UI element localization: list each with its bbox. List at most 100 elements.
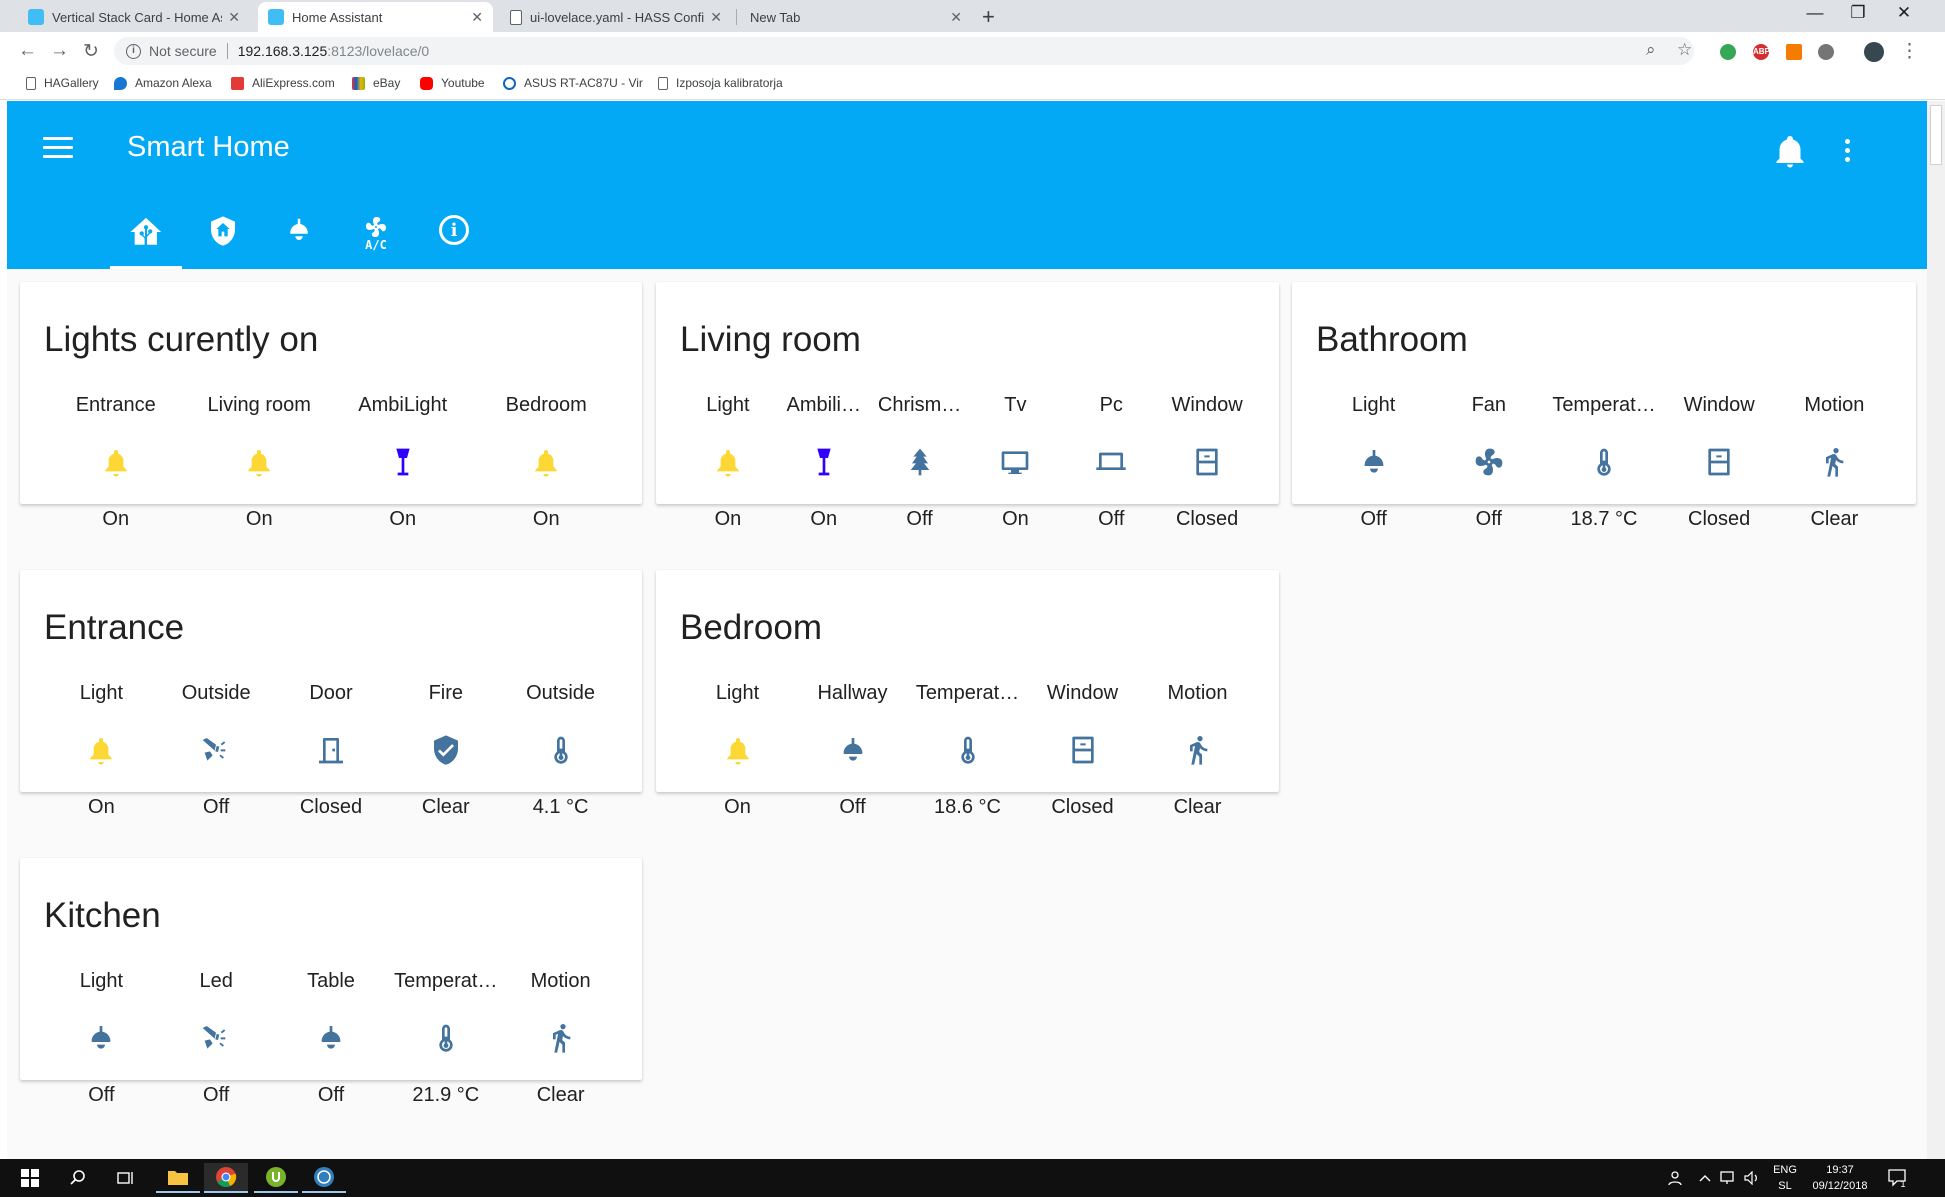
bookmark-izposoja[interactable]: Izposoja kalibratorja [658, 76, 783, 90]
view-tab-home[interactable] [110, 209, 182, 269]
tab-close-icon[interactable]: ✕ [471, 9, 483, 26]
clock-date[interactable]: 09/12/2018 [1800, 1180, 1880, 1192]
profile-avatar[interactable] [1864, 42, 1884, 62]
bookmark-amazon-alexa[interactable]: Amazon Alexa [114, 76, 212, 90]
window-close-button[interactable]: ✕ [1884, 3, 1924, 23]
download-extension-icon[interactable] [1786, 44, 1802, 60]
menu-icon[interactable] [43, 137, 73, 161]
app-cs-icon[interactable] [302, 1163, 346, 1193]
browser-tab-vertical-stack-card[interactable]: Vertical Stack Card - Home Assist ✕ [18, 2, 250, 32]
view-tab-lights[interactable] [263, 209, 335, 269]
window-icon [1667, 446, 1771, 478]
entity-name: Fan [1471, 394, 1507, 416]
url-host: 192.168.3.125 [237, 43, 328, 59]
view-tab-climate[interactable]: A/C [340, 209, 412, 269]
bookmark-youtube[interactable]: Youtube [420, 76, 485, 90]
walk-icon [1782, 446, 1886, 478]
view-tab-security[interactable] [187, 209, 259, 269]
entity-button[interactable]: Door Closed [279, 682, 383, 818]
info-glyph: i [450, 219, 458, 241]
entity-button[interactable]: Table Off [279, 970, 383, 1106]
site-info-icon[interactable]: i [126, 43, 141, 59]
entity-button[interactable]: Window Closed [1667, 394, 1771, 530]
start-button[interactable] [8, 1163, 52, 1193]
entity-button[interactable]: Temperat… 21.9 °C [394, 970, 498, 1106]
entity-button[interactable]: Fire Clear [394, 682, 498, 818]
tab-close-icon[interactable]: ✕ [950, 9, 962, 26]
show-hidden-icons-chevron-icon[interactable] [1693, 1163, 1717, 1193]
entity-button[interactable]: Outside Off [164, 682, 268, 818]
entity-button[interactable]: Window Closed [1031, 682, 1135, 818]
laptop-icon [1059, 446, 1163, 478]
thermometer-icon [916, 734, 1020, 766]
utorrent-icon[interactable] [254, 1163, 298, 1193]
entity-button[interactable]: Light Off [1322, 394, 1426, 530]
entity-button[interactable]: Temperat… 18.6 °C [916, 682, 1020, 818]
page-scrollbar[interactable] [1927, 101, 1945, 1159]
entity-state: Off [906, 508, 933, 530]
notifications-bell-icon[interactable] [1772, 131, 1808, 171]
forward-button[interactable]: → [50, 40, 69, 62]
minimize-button[interactable]: — [1795, 3, 1835, 23]
entity-button[interactable]: Chrism… Off [868, 394, 972, 530]
bookmark-aliexpress[interactable]: AliExpress.com [231, 76, 335, 90]
entity-button[interactable]: Ambili… On [772, 394, 876, 530]
entity-button[interactable]: AmbiLight On [351, 394, 455, 530]
address-bar[interactable]: i Not secure 192.168.3.125 :8123/lovelac… [114, 37, 1694, 65]
restore-button[interactable]: ❐ [1838, 3, 1878, 23]
entity-button[interactable]: Motion Clear [1146, 682, 1250, 818]
entity-button[interactable]: Light Off [49, 970, 153, 1106]
browser-tab-new-tab[interactable]: New Tab ✕ [740, 2, 972, 32]
home-assistant-favicon-icon [28, 9, 44, 25]
browser-tab-ui-lovelace[interactable]: ui-lovelace.yaml - HASS Configur ✕ [500, 2, 732, 32]
bookmark-asus-router[interactable]: ASUS RT-AC87U - Vir [503, 76, 643, 90]
information-icon: i [439, 215, 469, 245]
task-view-icon[interactable] [104, 1163, 148, 1193]
adblock-plus-icon[interactable]: ABP [1753, 44, 1770, 60]
entity-button[interactable]: Outside 4.1 °C [509, 682, 613, 818]
entity-button[interactable]: Motion Clear [1782, 394, 1886, 530]
bookmark-star-icon[interactable]: ☆ [1677, 40, 1692, 60]
bookmark-ebay[interactable]: eBay [352, 76, 400, 90]
entity-button[interactable]: Entrance On [64, 394, 168, 530]
extension-gear-icon[interactable] [1818, 44, 1834, 60]
view-tab-info[interactable]: i [418, 209, 490, 269]
chrome-icon[interactable] [204, 1163, 248, 1193]
entity-button[interactable]: Light On [686, 682, 790, 818]
browser-tab-home-assistant[interactable]: Home Assistant ✕ [258, 2, 493, 32]
input-language-sub[interactable]: SL [1772, 1180, 1798, 1192]
entity-button[interactable]: Window Closed [1155, 394, 1259, 530]
television-icon [963, 446, 1067, 478]
scrollbar-thumb[interactable] [1930, 105, 1942, 165]
entity-button[interactable]: Light On [676, 394, 780, 530]
file-explorer-icon[interactable] [156, 1163, 200, 1193]
entity-button[interactable]: Temperat… 18.7 °C [1552, 394, 1656, 530]
router-icon [503, 76, 516, 90]
entity-state: 21.9 °C [412, 1084, 480, 1106]
entity-state: 18.6 °C [934, 796, 1001, 818]
tab-close-icon[interactable]: ✕ [228, 9, 240, 26]
volume-icon[interactable] [1741, 1163, 1765, 1193]
entity-button[interactable]: Pc Off [1059, 394, 1163, 530]
entity-button[interactable]: Light On [49, 682, 153, 818]
bookmark-hagallery[interactable]: HAGallery [26, 76, 99, 90]
zoom-icon[interactable]: ⌕ [1646, 40, 1656, 60]
overflow-menu-icon[interactable] [1845, 139, 1853, 165]
new-tab-button[interactable]: + [982, 4, 995, 30]
entity-button[interactable]: Fan Off [1437, 394, 1541, 530]
entity-button[interactable]: Tv On [963, 394, 1067, 530]
entity-button[interactable]: Hallway Off [801, 682, 905, 818]
entity-button[interactable]: Living room On [207, 394, 311, 530]
tab-close-icon[interactable]: ✕ [710, 9, 722, 26]
entity-button[interactable]: Led Off [164, 970, 268, 1106]
reload-button[interactable]: ↻ [83, 40, 99, 63]
extension-green-icon[interactable] [1720, 44, 1736, 60]
input-language[interactable]: ENG [1772, 1164, 1798, 1176]
clock-time[interactable]: 19:37 [1800, 1164, 1880, 1176]
network-icon[interactable] [1717, 1163, 1741, 1193]
search-icon[interactable] [56, 1163, 100, 1193]
entity-button[interactable]: Motion Clear [509, 970, 613, 1106]
browser-menu-icon[interactable]: ⋮ [1900, 40, 1919, 63]
entity-button[interactable]: Bedroom On [494, 394, 598, 530]
back-button[interactable]: ← [18, 40, 37, 62]
